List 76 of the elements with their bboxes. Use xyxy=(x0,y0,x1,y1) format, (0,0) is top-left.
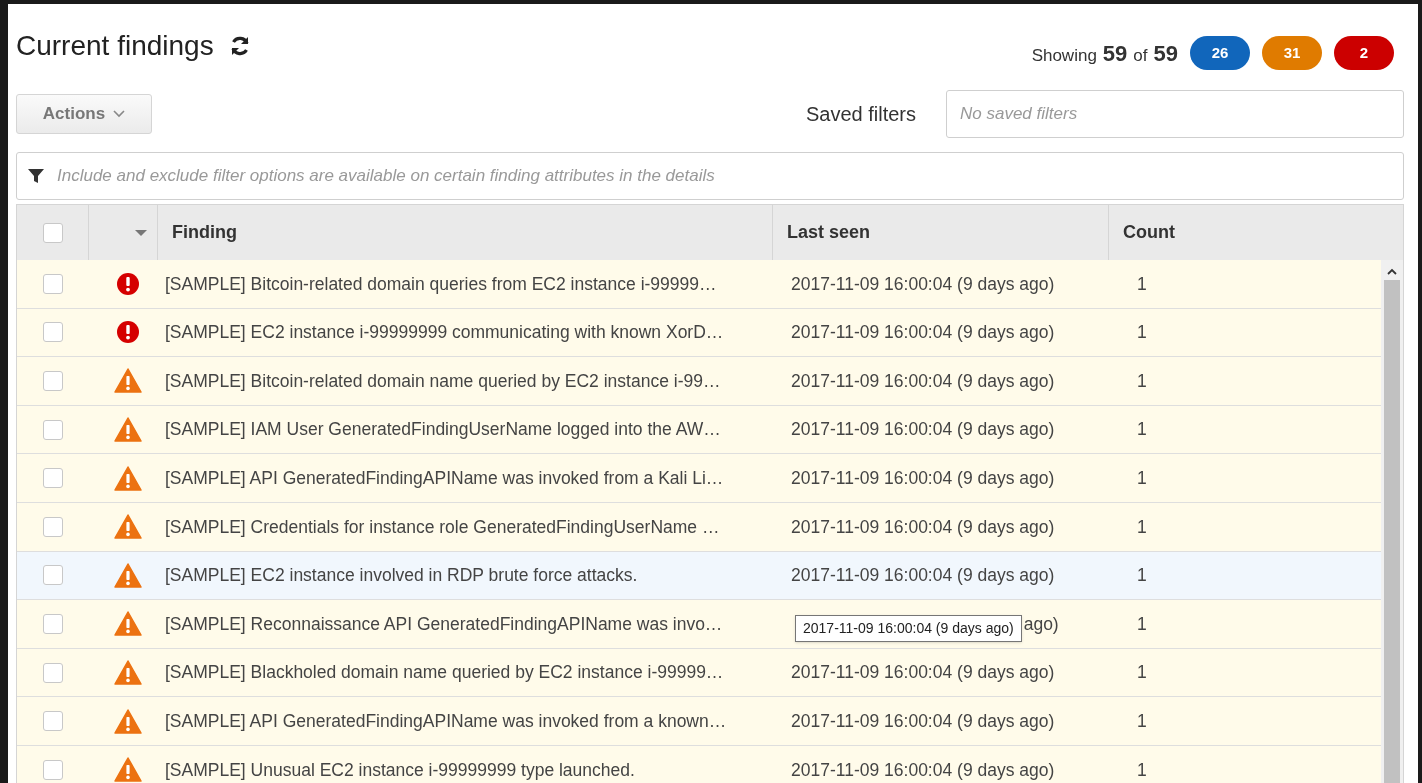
last-seen-cell-text: 2017-11-09 16:00:04 (9 days ago) xyxy=(791,710,1055,733)
showing-label: Showing xyxy=(1031,44,1097,67)
finding-row[interactable]: [SAMPLE] Blackholed domain name queried by EC2 instance i-99999… 2017-11-09 16:00:04 (9 days ago) 1 xyxy=(17,648,1381,698)
finding-cell-text: [SAMPLE] Bitcoin-related domain queries from EC2 instance i-99999… xyxy=(164,272,718,296)
checkbox[interactable] xyxy=(43,468,63,489)
shown-count: 59 xyxy=(1102,39,1128,68)
checkbox[interactable] xyxy=(43,565,63,586)
finding-cell-text: [SAMPLE] Blackholed domain name queried by EC2 instance i-99999… xyxy=(164,661,725,685)
chevron-down-icon xyxy=(113,110,126,118)
finding-row[interactable]: [SAMPLE] Bitcoin-related domain queries from EC2 instance i-99999… 2017-11-09 16:00:04 (9 days ago) 1 xyxy=(17,260,1381,309)
saved-filters-label: Saved filters xyxy=(805,102,916,127)
finding-cell-text: [SAMPLE] Credentials for instance role GeneratedFindingUserName … xyxy=(164,515,721,539)
severity-count-badge[interactable]: 2 xyxy=(1334,36,1394,70)
finding-row[interactable]: [SAMPLE] Unusual EC2 instance i-99999999 type launched. 2017-11-09 16:00:04 (9 days ago) 1 xyxy=(17,745,1381,783)
total-count: 59 xyxy=(1153,39,1178,68)
finding-row[interactable]: [SAMPLE] Credentials for instance role GeneratedFindingUserName … 2017-11-09 16:00:04 (9 days ago) 1 xyxy=(17,502,1381,552)
finding-cell-text: [SAMPLE] EC2 instance i-99999999 communicating with known XorD… xyxy=(164,321,725,345)
finding-row[interactable]: [SAMPLE] API GeneratedFindingAPIName was invoked from a known… 2017-11-09 16:00:04 (9 days ago) 1 xyxy=(17,697,1381,746)
count-cell-text: 1 xyxy=(1136,272,1148,296)
filter-field[interactable]: Include and exclude filter options are available on certain finding attributes in the details xyxy=(16,152,1404,200)
finding-row[interactable]: [SAMPLE] API GeneratedFindingAPIName was invoked from a Kali Li… 2017-11-09 16:00:04 (9 days ago) 1 xyxy=(17,454,1381,503)
count-cell-text: 1 xyxy=(1136,758,1148,782)
count-cell-text: 1 xyxy=(1136,418,1148,442)
last-seen-cell-text: 2017-11-09 16:00:04 (9 days ago) xyxy=(791,515,1055,539)
filter-icon xyxy=(28,168,44,184)
checkbox[interactable] xyxy=(42,222,63,243)
scroll-up-icon[interactable] xyxy=(1387,268,1397,275)
count-cell-text: 1 xyxy=(1136,661,1148,685)
checkbox[interactable] xyxy=(43,419,63,440)
sort-caret-icon[interactable] xyxy=(135,229,147,236)
finding-row[interactable]: [SAMPLE] Bitcoin-related domain name queried by EC2 instance i-99… 2017-11-09 16:00:04 (9 days ago) 1 xyxy=(17,357,1381,406)
severity-count-badge[interactable]: 26 xyxy=(1190,36,1250,70)
last-seen-cell-text: 2017-11-09 16:00:04 (9 days ago) xyxy=(791,467,1055,491)
last-seen-cell-text: 2017-11-09 16:00:04 (9 days ago) xyxy=(791,369,1055,393)
checkbox[interactable] xyxy=(43,516,63,537)
finding-cell-text: [SAMPLE] IAM User GeneratedFindingUserName logged into the AW… xyxy=(164,418,722,442)
last-seen-cell-text: 2017-11-09 16:00:04 (9 days ago) xyxy=(791,321,1055,345)
finding-cell-text: [SAMPLE] EC2 instance involved in RDP brute force attacks. xyxy=(164,564,639,588)
last-seen-cell-text: 2017-11-09 16:00:04 (9 days ago) xyxy=(791,272,1055,296)
checkbox[interactable] xyxy=(43,371,63,391)
checkbox[interactable] xyxy=(43,273,63,294)
scrollbar[interactable] xyxy=(1381,260,1403,783)
finding-row[interactable]: [SAMPLE] EC2 instance i-99999999 communicating with known XorD… 2017-11-09 16:00:04 (9 days ago) 1 xyxy=(17,308,1381,358)
checkbox[interactable] xyxy=(43,613,63,634)
column-header[interactable]: Finding xyxy=(172,219,237,246)
finding-cell-text: [SAMPLE] API GeneratedFindingAPIName was invoked from a Kali Li… xyxy=(164,467,725,491)
last-seen-cell-text: 2017-11-09 16:00:04 (9 days ago) xyxy=(791,418,1055,442)
finding-row[interactable]: [SAMPLE] EC2 instance involved in RDP brute force attacks. 2017-11-09 16:00:04 (9 days ago) 1 xyxy=(17,551,1381,601)
last-seen-cell-text: 2017-11-09 16:00:04 (9 days ago) xyxy=(791,564,1055,588)
finding-cell-text: [SAMPLE] Unusual EC2 instance i-99999999 type launched. xyxy=(164,758,636,782)
last-seen-cell-text: 2017-11-09 16:00:04 (9 days ago) xyxy=(791,661,1055,685)
count-cell-text: 1 xyxy=(1136,369,1148,393)
checkbox[interactable] xyxy=(43,711,63,732)
saved-filters-field[interactable]: No saved filters xyxy=(946,90,1404,138)
checkbox[interactable] xyxy=(43,322,63,343)
finding-cell-text: [SAMPLE] Reconnaissance API GeneratedFindingAPIName was invo… xyxy=(164,612,724,636)
tooltip: 2017-11-09 16:00:04 (9 days ago) xyxy=(795,615,1022,643)
page-title: Current findings xyxy=(16,29,214,63)
checkbox[interactable] xyxy=(43,662,63,683)
finding-cell-text: [SAMPLE] Bitcoin-related domain name queried by EC2 instance i-99… xyxy=(164,369,722,393)
last-seen-cell-text: ago) xyxy=(1023,612,1059,636)
count-cell-text: 1 xyxy=(1136,564,1148,588)
column-header[interactable]: Last seen xyxy=(787,219,871,246)
last-seen-cell-text: 2017-11-09 16:00:04 (9 days ago) xyxy=(791,758,1055,782)
of-label: of xyxy=(1133,44,1148,67)
finding-row[interactable]: [SAMPLE] Reconnaissance API GeneratedFindingAPIName was invo… 2017-11-09 16:00:04 (9 days ago) ago) 1 xyxy=(17,600,1381,649)
finding-cell-text: [SAMPLE] API GeneratedFindingAPIName was invoked from a known… xyxy=(164,710,728,733)
finding-row[interactable]: [SAMPLE] IAM User GeneratedFindingUserName logged into the AW… 2017-11-09 16:00:04 (9 days ago) 1 xyxy=(17,405,1381,455)
actions-dropdown[interactable]: Actions xyxy=(16,94,152,134)
column-header[interactable]: Count xyxy=(1123,219,1175,246)
count-cell-text: 1 xyxy=(1136,467,1148,491)
count-cell-text: 1 xyxy=(1136,612,1148,636)
count-cell-text: 1 xyxy=(1136,515,1148,539)
count-cell-text: 1 xyxy=(1136,710,1148,733)
count-cell-text: 1 xyxy=(1136,321,1148,345)
checkbox[interactable] xyxy=(43,759,63,780)
